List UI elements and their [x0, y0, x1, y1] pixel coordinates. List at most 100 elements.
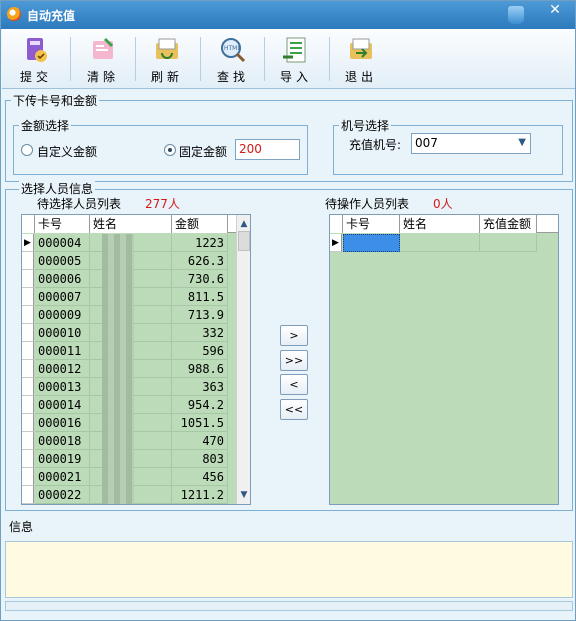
toolbar-label: 提交 — [19, 70, 52, 84]
row-header-corner — [330, 215, 343, 233]
pending-persons-grid[interactable]: 卡号 姓名 充值金额 ▶ — [329, 214, 559, 505]
fixed-amount-label: 固定金额 — [179, 145, 228, 159]
amount-cell[interactable]: 988.6 — [172, 360, 228, 378]
skin-icon[interactable] — [508, 6, 524, 24]
clear-icon — [93, 37, 114, 59]
card-number-cell[interactable]: 000010 — [35, 324, 90, 342]
card-number-cell[interactable]: 000007 — [35, 288, 90, 306]
info-label: 信息 — [9, 520, 34, 534]
row-header — [22, 396, 34, 414]
machine-number-select[interactable]: 007 ▼ — [411, 133, 531, 154]
card-number-cell[interactable]: 000022 — [35, 486, 90, 504]
row-header-corner — [22, 215, 35, 233]
left-list-count: 277人 — [145, 197, 180, 211]
app-icon — [7, 7, 21, 21]
fixed-amount-input[interactable]: 200 — [235, 139, 300, 160]
card-number-cell[interactable]: 000005 — [35, 252, 90, 270]
amount-cell[interactable]: 1211.2 — [172, 486, 228, 504]
row-header — [22, 486, 34, 504]
row-header — [22, 468, 34, 486]
search-icon: HTML — [221, 38, 246, 63]
move-left-button[interactable]: < — [280, 374, 308, 395]
refresh-button[interactable]: 刷新 — [137, 33, 197, 87]
selected-cell[interactable] — [343, 234, 400, 252]
toolbar-label: 清除 — [86, 70, 119, 84]
custom-amount-label: 自定义金额 — [37, 145, 98, 159]
grid-header: 卡号 姓名 充值金额 — [330, 215, 558, 233]
card-number-cell[interactable]: 000006 — [35, 270, 90, 288]
column-header-card[interactable]: 卡号 — [35, 215, 90, 233]
card-number-cell[interactable]: 000013 — [35, 378, 90, 396]
card-number-cell[interactable]: 000016 — [35, 414, 90, 432]
scroll-up-icon[interactable]: ▲ — [237, 217, 250, 231]
amount-cell[interactable]: 470 — [172, 432, 228, 450]
toolbar-divider — [264, 37, 265, 81]
row-header — [22, 432, 34, 450]
card-number-cell[interactable]: 000019 — [35, 450, 90, 468]
card-number-cell[interactable]: 000014 — [35, 396, 90, 414]
machine-number-label: 充值机号: — [349, 138, 402, 152]
machine-group-title: 机号选择 — [339, 117, 392, 134]
table-cell[interactable] — [400, 234, 480, 252]
amount-cell[interactable]: 332 — [172, 324, 228, 342]
card-number-cell[interactable]: 000009 — [35, 306, 90, 324]
column-header-amount[interactable]: 金额 — [172, 215, 228, 233]
move-all-left-button[interactable]: << — [280, 399, 308, 420]
main-window: 自动充值 ✕ 提交 清除 刷新 HTML 查找 导入 退出 下传卡号和金额 金额… — [0, 0, 576, 621]
card-number-cell[interactable]: 000011 — [35, 342, 90, 360]
move-all-right-button[interactable]: >> — [280, 350, 308, 371]
toolbar-label: 刷新 — [150, 70, 183, 84]
vertical-scrollbar[interactable]: ▲ ▼ — [236, 215, 250, 504]
amount-cell[interactable]: 1051.5 — [172, 414, 228, 432]
title-bar: 自动充值 ✕ — [1, 1, 575, 29]
column-header-recharge[interactable]: 充值金额 — [480, 215, 537, 233]
card-number-cell[interactable]: 000012 — [35, 360, 90, 378]
clear-button[interactable]: 清除 — [73, 33, 133, 87]
column-header-name[interactable]: 姓名 — [400, 215, 480, 233]
grid-header: 卡号 姓名 金额 — [22, 215, 236, 233]
card-number-cell[interactable]: 000018 — [35, 432, 90, 450]
row-pointer-icon: ▶ — [330, 234, 342, 252]
custom-amount-radio[interactable] — [21, 144, 33, 156]
scroll-thumb[interactable] — [238, 231, 250, 251]
toolbar-label: 导入 — [279, 70, 312, 84]
info-box[interactable] — [5, 541, 573, 598]
toolbar: 提交 清除 刷新 HTML 查找 导入 退出 — [2, 29, 575, 89]
amount-cell[interactable]: 811.5 — [172, 288, 228, 306]
amount-cell[interactable]: 803 — [172, 450, 228, 468]
table-cell[interactable] — [480, 234, 537, 252]
amount-cell[interactable]: 596 — [172, 342, 228, 360]
exit-button[interactable]: 退出 — [331, 33, 391, 87]
amount-cell[interactable]: 626.3 — [172, 252, 228, 270]
move-right-button[interactable]: > — [280, 325, 308, 346]
row-header — [22, 288, 34, 306]
available-persons-grid[interactable]: 卡号 姓名 金额 ▶ 000004 1223 000005 626.3 000006 730… — [21, 214, 251, 505]
amount-cell[interactable]: 456 — [172, 468, 228, 486]
amount-cell[interactable]: 1223 — [172, 234, 228, 252]
submit-button[interactable]: 提交 — [6, 33, 66, 87]
amount-cell[interactable]: 363 — [172, 378, 228, 396]
column-header-name[interactable]: 姓名 — [90, 215, 172, 233]
table-row[interactable]: ▶ — [330, 234, 558, 252]
import-icon — [283, 37, 306, 63]
submit-icon — [27, 38, 47, 62]
svg-text:HTML: HTML — [224, 45, 241, 52]
row-header — [22, 252, 34, 270]
right-list-title: 待操作人员列表 — [325, 197, 410, 211]
import-button[interactable]: 导入 — [266, 33, 326, 87]
column-header-card[interactable]: 卡号 — [343, 215, 400, 233]
amount-group-title: 金额选择 — [19, 117, 72, 134]
row-pointer-icon: ▶ — [22, 234, 34, 252]
row-header — [22, 414, 34, 432]
close-button[interactable]: ✕ — [535, 1, 575, 21]
search-button[interactable]: HTML 查找 — [203, 33, 263, 87]
fixed-amount-radio[interactable] — [164, 144, 176, 156]
row-header — [22, 270, 34, 288]
card-number-cell[interactable]: 000004 — [35, 234, 90, 252]
card-number-cell[interactable]: 000021 — [35, 468, 90, 486]
toolbar-divider — [70, 37, 71, 81]
amount-cell[interactable]: 730.6 — [172, 270, 228, 288]
amount-cell[interactable]: 713.9 — [172, 306, 228, 324]
scroll-down-icon[interactable]: ▼ — [237, 488, 250, 502]
amount-cell[interactable]: 954.2 — [172, 396, 228, 414]
